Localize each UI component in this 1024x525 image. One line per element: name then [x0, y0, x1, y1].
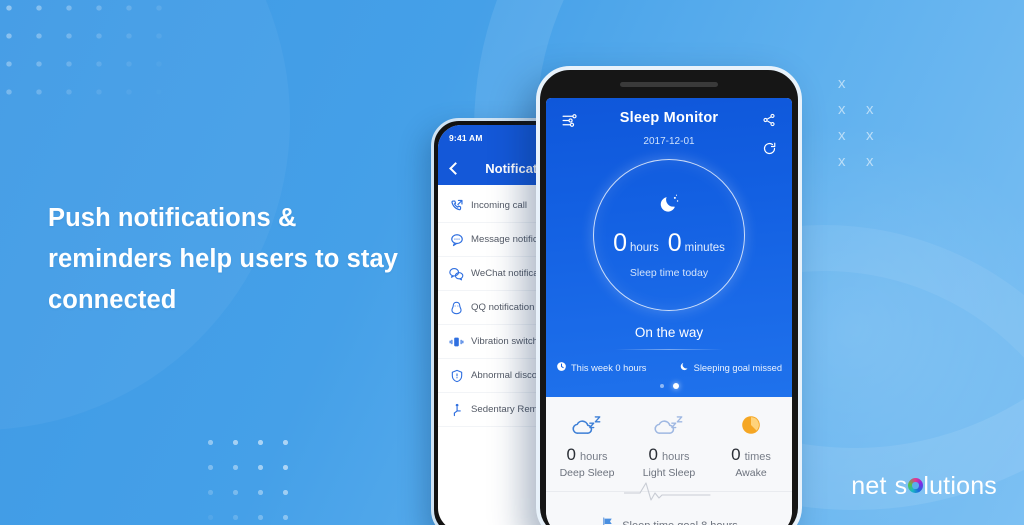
- summary-item-goal: Sleeping goal missed: [679, 361, 782, 374]
- weekly-summary-row: This week 0 hours Sleeping goal missed: [546, 350, 792, 374]
- sleep-time-ring[interactable]: 0 hours 0 minutes Sleep time today: [593, 159, 745, 311]
- earpiece-speaker: [620, 81, 718, 87]
- page-title: Sleep Monitor: [619, 110, 719, 126]
- vibration-icon: [449, 334, 464, 349]
- promo-banner: x x x x x x x Push notifications & remin…: [0, 0, 1024, 525]
- wechat-icon: [449, 266, 464, 281]
- logo-word-net: net: [851, 472, 887, 500]
- page-dot[interactable]: [659, 384, 664, 388]
- sliders-icon[interactable]: [558, 109, 580, 131]
- x-mark-icon: x: [838, 127, 846, 144]
- sleep-monitor-screen: Sleep Monitor 2017-12-01 0 hours 0 minut…: [546, 98, 792, 525]
- sleep-stats-row: 0 hours Deep Sleep 0 hours Light Sleep 0…: [546, 397, 792, 491]
- stat-deep-sleep[interactable]: 0 hours Deep Sleep: [546, 410, 628, 479]
- headline-text: Push notifications & reminders help user…: [48, 204, 399, 314]
- stat-awake[interactable]: 0 times Awake: [710, 410, 792, 479]
- clock-icon: [556, 361, 567, 374]
- sleep-hours-unit: hours: [629, 241, 659, 254]
- app-top-bar: Sleep Monitor: [546, 109, 792, 154]
- summary-item-week: This week 0 hours: [556, 361, 646, 374]
- sedentary-icon: [449, 402, 464, 417]
- current-date: 2017-12-01: [643, 136, 695, 147]
- sleep-goal-text: Sleep time goal 8 hours: [622, 520, 738, 525]
- phone-earpiece-area: [540, 70, 798, 98]
- logo-s: s: [894, 472, 908, 500]
- sleep-goal-row[interactable]: Sleep time goal 8 hours: [546, 507, 792, 525]
- top-bar-actions: [758, 109, 780, 159]
- sleep-duration: 0 hours 0 minutes: [613, 229, 725, 258]
- stat-value-row: 0 hours: [628, 445, 710, 465]
- summary-item-label: This week 0 hours: [571, 362, 647, 373]
- status-bar-time: 9:41 AM: [449, 133, 483, 143]
- message-bubble-icon: [449, 232, 464, 247]
- page-dot-active[interactable]: [672, 383, 679, 389]
- incoming-call-icon: [449, 198, 464, 213]
- stat-label: Awake: [735, 467, 767, 479]
- stat-label: Light Sleep: [642, 467, 696, 479]
- ring-caption: Sleep time today: [629, 266, 709, 279]
- summary-item-label: Sleeping goal missed: [693, 362, 782, 373]
- share-icon[interactable]: [758, 109, 780, 131]
- stat-label: Deep Sleep: [559, 467, 615, 479]
- shield-icon: [449, 368, 464, 383]
- stat-unit: hours: [661, 451, 690, 463]
- status-label: On the way: [634, 325, 704, 340]
- x-mark-icon: x: [838, 75, 846, 92]
- stat-value-row: 0 hours: [546, 445, 628, 465]
- dot-grid-top-left: [0, 0, 172, 116]
- logo-word-solutions: s lutions: [895, 472, 997, 501]
- stat-value: 0: [648, 445, 658, 464]
- crescent-moon-icon: [658, 192, 681, 220]
- ring-content: 0 hours 0 minutes Sleep time today: [593, 159, 745, 311]
- logo-lutions: lutions: [923, 472, 997, 500]
- stat-unit: times: [744, 451, 771, 463]
- sleep-minutes-value: 0: [667, 228, 682, 257]
- stat-unit: hours: [579, 451, 608, 463]
- stat-value-row: 0 times: [710, 445, 792, 465]
- dot-grid-bottom-center: [198, 430, 296, 525]
- list-item-label: Vibration switch: [471, 336, 539, 347]
- light-sleep-cloud-icon: [628, 410, 710, 440]
- qq-penguin-icon: [449, 300, 464, 315]
- logo-o-ring-icon: [907, 478, 923, 493]
- page-indicator[interactable]: [546, 383, 792, 389]
- stat-light-sleep[interactable]: 0 hours Light Sleep: [628, 410, 710, 479]
- stat-value: 0: [566, 445, 576, 464]
- x-mark-icon: x: [866, 127, 874, 144]
- x-mark-icon: x: [866, 101, 874, 118]
- x-mark-icon: x: [838, 153, 846, 170]
- awake-sun-icon: [710, 410, 792, 440]
- sleep-status-text: On the way: [546, 325, 792, 349]
- stat-value: 0: [731, 445, 741, 464]
- phone-sleep-monitor: Sleep Monitor 2017-12-01 0 hours 0 minut…: [536, 66, 802, 525]
- flag-icon: [600, 516, 615, 525]
- x-mark-icon: x: [866, 153, 874, 170]
- list-item-label: Incoming call: [471, 200, 527, 211]
- brand-logo[interactable]: net s lutions: [851, 472, 997, 501]
- sleep-summary-panel: Sleep Monitor 2017-12-01 0 hours 0 minut…: [546, 98, 792, 397]
- wave-divider: [546, 482, 792, 507]
- list-item-label: QQ notification: [471, 302, 535, 313]
- deep-sleep-cloud-icon: [546, 410, 628, 440]
- sleep-minutes-unit: minutes: [684, 241, 725, 254]
- sleep-hours-value: 0: [613, 228, 627, 257]
- moon-icon: [679, 361, 690, 374]
- x-mark-icon: x: [838, 101, 846, 118]
